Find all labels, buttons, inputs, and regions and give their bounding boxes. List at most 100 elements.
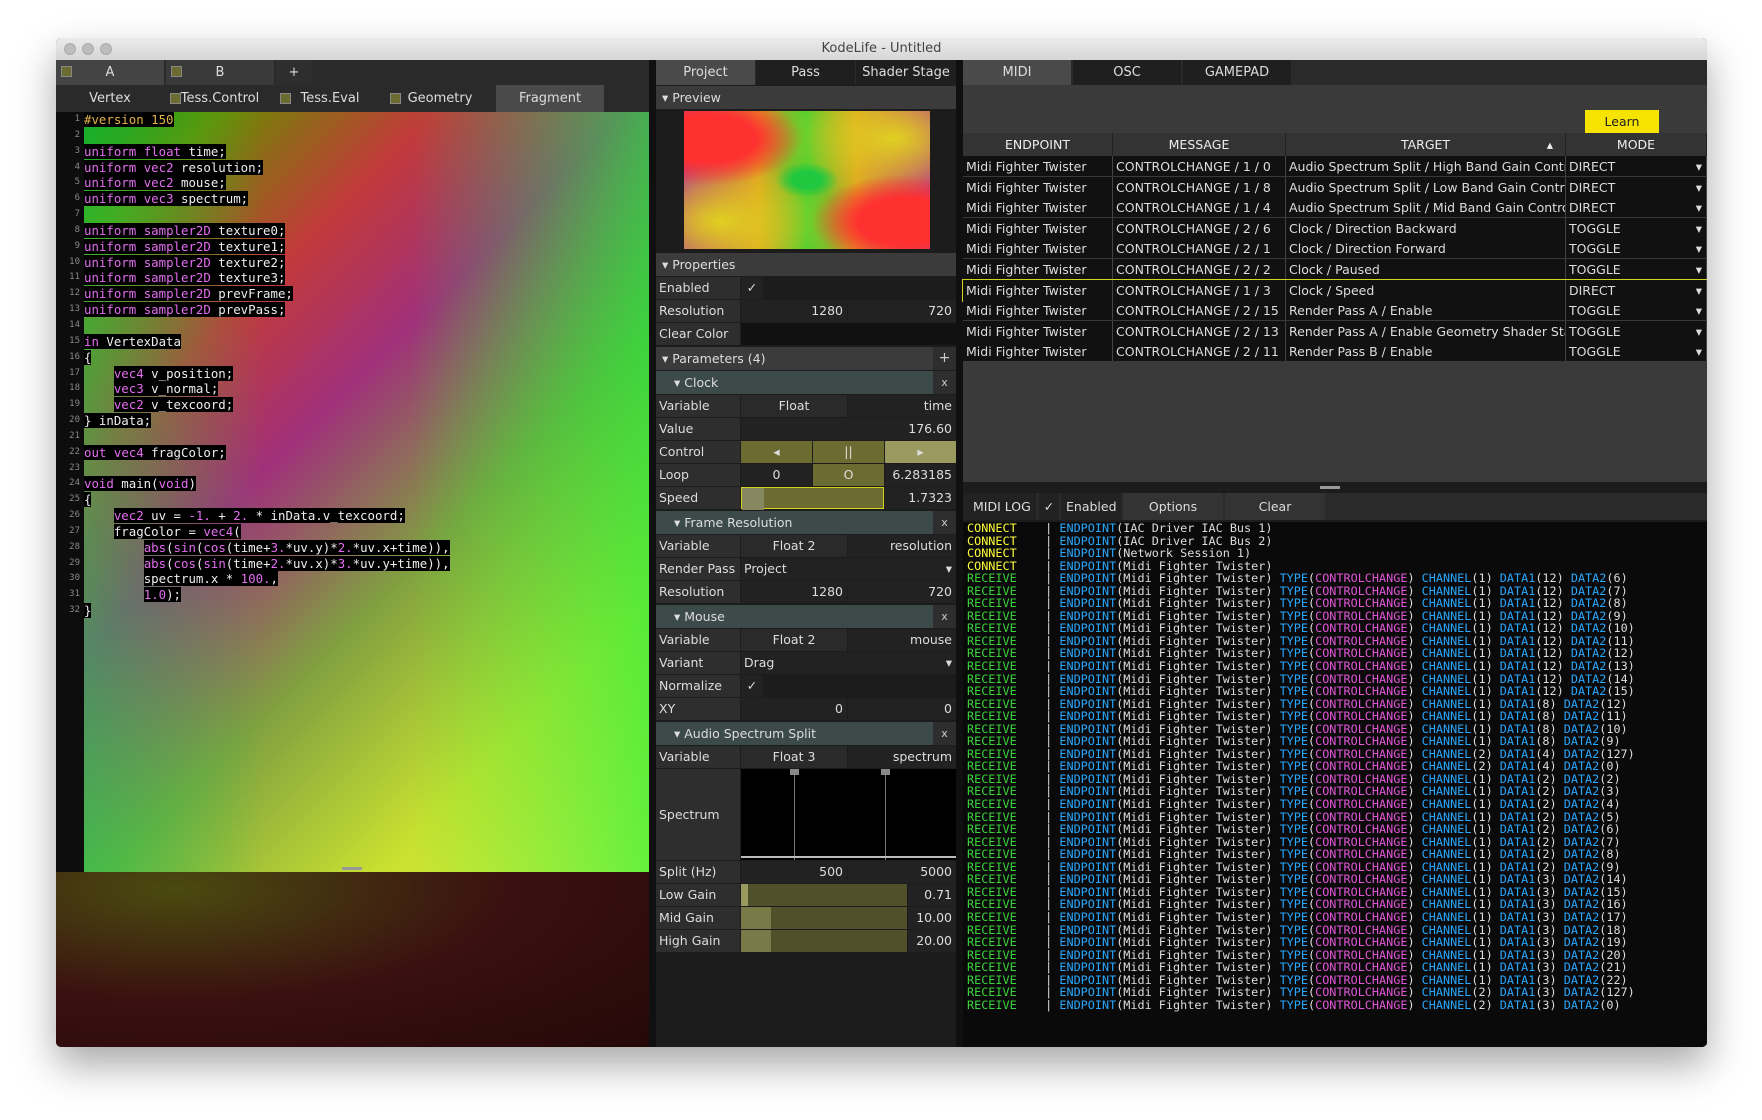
endpoint-cell[interactable]: Midi Fighter Twister (963, 279, 1113, 300)
table-row[interactable]: Midi Fighter Twister CONTROLCHANGE / 2 / … (963, 217, 1707, 239)
remove-clock-button[interactable]: x (933, 371, 956, 394)
variable-type[interactable]: Float 2 (741, 629, 847, 651)
message-cell[interactable]: CONTROLCHANGE / 2 / 13 (1113, 320, 1286, 341)
table-row[interactable]: Midi Fighter Twister CONTROLCHANGE / 2 / … (963, 341, 1707, 362)
clock-pause-button[interactable]: || (813, 441, 884, 463)
split-low-handle[interactable] (790, 769, 799, 775)
endpoint-cell[interactable]: Midi Fighter Twister (963, 156, 1113, 176)
target-cell[interactable]: Clock / Paused (1286, 259, 1566, 279)
audio-spectrum-header[interactable]: ▾ Audio Spectrum Split x (656, 722, 956, 745)
variable-type[interactable]: Float (741, 395, 847, 417)
speed-value[interactable]: 1.7323 (885, 487, 956, 509)
code-line[interactable]: uniform sampler2D texture0; (84, 222, 450, 239)
add-parameter-button[interactable]: + (933, 347, 956, 370)
clock-backward-button[interactable]: ◂ (741, 441, 812, 463)
tab-gamepad[interactable]: GAMEPAD (1183, 60, 1291, 85)
log-options-button[interactable]: Options (1123, 493, 1223, 520)
code-line[interactable]: { (84, 349, 450, 366)
target-cell[interactable]: Render Pass A / Enable Geometry Shader S… (1286, 320, 1566, 341)
tab-tess-eval[interactable]: Tess.Eval (276, 85, 384, 112)
message-cell[interactable]: CONTROLCHANGE / 2 / 1 (1113, 238, 1286, 259)
endpoint-cell[interactable]: Midi Fighter Twister (963, 341, 1113, 362)
frame-resolution-header[interactable]: ▾ Frame Resolution x (656, 511, 956, 534)
code-line[interactable]: vec4 v_position; (84, 365, 450, 382)
target-cell[interactable]: Clock / Direction Forward (1286, 238, 1566, 259)
tab-midi[interactable]: MIDI (963, 60, 1071, 85)
variable-type[interactable]: Float 2 (741, 535, 847, 557)
mode-cell[interactable]: TOGGLE ▾ (1566, 341, 1707, 362)
tab-shader-stage[interactable]: Shader Stage (856, 60, 956, 85)
message-cell[interactable]: CONTROLCHANGE / 2 / 6 (1113, 217, 1286, 238)
log-enabled-checkbox[interactable]: ✓ (1039, 493, 1059, 520)
parameters-header[interactable]: ▾ Parameters (4) + (656, 347, 956, 370)
message-cell[interactable]: CONTROLCHANGE / 1 / 3 (1113, 279, 1286, 300)
code-line[interactable]: uniform float time; (84, 143, 450, 160)
vertical-splitter[interactable] (956, 60, 963, 1047)
endpoint-cell[interactable]: Midi Fighter Twister (963, 197, 1113, 218)
loop-mode-toggle[interactable]: O (813, 464, 884, 486)
target-cell[interactable]: Render Pass B / Enable (1286, 341, 1566, 362)
message-cell[interactable]: CONTROLCHANGE / 2 / 15 (1113, 300, 1286, 321)
code-line[interactable]: uniform vec2 resolution; (84, 159, 450, 176)
table-row[interactable]: Midi Fighter Twister CONTROLCHANGE / 1 / … (963, 176, 1707, 198)
code-line[interactable]: } inData; (84, 413, 450, 429)
low-gain-value[interactable]: 0.71 (908, 884, 956, 906)
tab-pass-b[interactable]: B (166, 60, 274, 85)
code-line[interactable]: { (84, 492, 450, 508)
vertical-splitter[interactable] (649, 60, 656, 1047)
high-gain-value[interactable]: 20.00 (908, 930, 956, 952)
target-cell[interactable]: Render Pass A / Enable (1286, 300, 1566, 321)
checkbox-icon[interactable] (61, 66, 72, 77)
mid-gain-slider[interactable] (741, 907, 907, 929)
splitter-handle[interactable] (1320, 486, 1340, 489)
mouse-header[interactable]: ▾ Mouse x (656, 605, 956, 628)
code-editor[interactable]: 1 2 3 4 5 6 7 8 9 10 11 12 13 14 15 16 17 18 19 20 21 22 23 24 2… (56, 112, 649, 872)
code-line[interactable]: out vec4 fragColor; (84, 444, 450, 461)
midi-log-output[interactable]: CONNECT | ENDPOINT(IAC Driver IAC Bus 1)… (963, 522, 1707, 1047)
checkbox-icon[interactable] (170, 93, 181, 104)
code-line[interactable]: vec3 v_normal; (84, 381, 450, 397)
target-cell[interactable]: Clock / Speed (1286, 279, 1566, 300)
column-header-endpoint[interactable]: ENDPOINT (963, 133, 1113, 156)
mode-cell[interactable]: TOGGLE ▾ (1566, 217, 1707, 238)
tab-tess-control[interactable]: Tess.Control (166, 85, 274, 112)
log-clear-button[interactable]: Clear (1225, 493, 1325, 520)
variable-name-field[interactable]: resolution (848, 535, 956, 557)
code-line[interactable] (84, 429, 450, 445)
loop-start-field[interactable]: 0 (741, 464, 812, 486)
target-cell[interactable]: Audio Spectrum Split / High Band Gain Co… (1286, 156, 1566, 176)
tab-project[interactable]: Project (656, 60, 755, 85)
tab-osc[interactable]: OSC (1073, 60, 1181, 85)
high-gain-slider[interactable] (741, 930, 907, 952)
table-row[interactable]: Midi Fighter Twister CONTROLCHANGE / 2 / … (963, 320, 1707, 342)
variable-name-field[interactable]: spectrum (848, 746, 956, 768)
code-text[interactable]: #version 150 uniform float time; uniform v… (84, 112, 450, 619)
checkbox-icon[interactable] (390, 93, 401, 104)
table-row[interactable]: Midi Fighter Twister CONTROLCHANGE / 2 / … (963, 259, 1707, 280)
mouse-y-field[interactable]: 0 (848, 698, 956, 720)
tab-geometry[interactable]: Geometry (386, 85, 494, 112)
add-pass-button[interactable]: + (276, 60, 312, 85)
mode-cell[interactable]: TOGGLE ▾ (1566, 320, 1707, 341)
table-row[interactable]: Midi Fighter Twister CONTROLCHANGE / 1 / … (963, 156, 1707, 177)
tab-fragment[interactable]: Fragment (496, 85, 604, 112)
remove-audio-button[interactable]: x (933, 722, 956, 745)
code-line[interactable]: uniform vec2 mouse; (84, 175, 450, 191)
properties-header[interactable]: ▾ Properties (656, 253, 956, 276)
mode-cell[interactable]: TOGGLE ▾ (1566, 300, 1707, 321)
tab-pass[interactable]: Pass (756, 60, 855, 85)
clock-play-button[interactable]: ▸ (885, 441, 956, 463)
code-line[interactable]: in VertexData (84, 333, 450, 350)
variable-name-field[interactable]: mouse (848, 629, 956, 651)
checkbox-icon[interactable] (171, 66, 182, 77)
code-line[interactable]: abs(sin(cos(time+3.*uv.y)*2.*uv.x+time))… (84, 539, 450, 556)
endpoint-cell[interactable]: Midi Fighter Twister (963, 238, 1113, 259)
mouse-x-field[interactable]: 0 (741, 698, 847, 720)
message-cell[interactable]: CONTROLCHANGE / 2 / 2 (1113, 259, 1286, 279)
table-row[interactable]: Midi Fighter Twister CONTROLCHANGE / 2 / … (963, 238, 1707, 259)
variable-name-field[interactable]: time (848, 395, 956, 417)
code-line[interactable]: 1.0); (84, 587, 450, 603)
target-cell[interactable]: Audio Spectrum Split / Low Band Gain Con… (1286, 176, 1566, 197)
variant-select[interactable]: Drag ▾ (741, 652, 956, 674)
resolution-height-field[interactable]: 720 (848, 300, 956, 322)
